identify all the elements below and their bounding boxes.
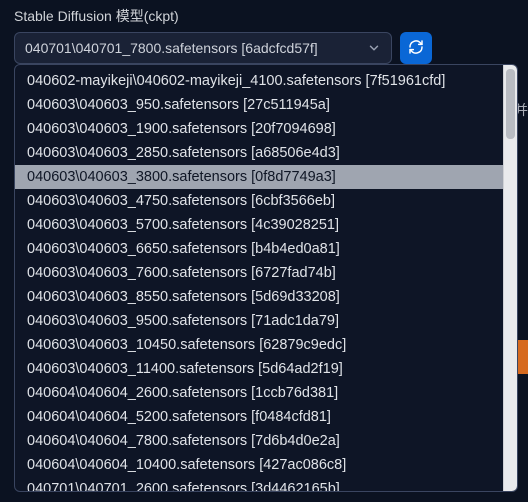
refresh-icon	[408, 39, 424, 58]
background-orange-bar	[518, 340, 528, 374]
chevron-down-icon	[367, 41, 381, 55]
model-select[interactable]: 040701\040701_7800.safetensors [6adcfcd5…	[14, 32, 392, 64]
model-option[interactable]: 040604\040604_7800.safetensors [7d6b4d0e…	[15, 429, 503, 453]
scrollbar-thumb[interactable]	[506, 69, 515, 139]
model-option[interactable]: 040603\040603_1900.safetensors [20f70946…	[15, 117, 503, 141]
model-option[interactable]: 040603\040603_11400.safetensors [5d64ad2…	[15, 357, 503, 381]
model-option[interactable]: 040603\040603_7600.safetensors [6727fad7…	[15, 261, 503, 285]
model-option[interactable]: 040603\040603_6650.safetensors [b4b4ed0a…	[15, 237, 503, 261]
model-option[interactable]: 040603\040603_3800.safetensors [0f8d7749…	[15, 165, 503, 189]
model-option[interactable]: 040603\040603_10450.safetensors [62879c9…	[15, 333, 503, 357]
model-select-value: 040701\040701_7800.safetensors [6adcfcd5…	[25, 40, 318, 56]
scrollbar[interactable]	[503, 65, 517, 491]
model-option[interactable]: 040603\040603_5700.safetensors [4c390282…	[15, 213, 503, 237]
model-select-row: 040701\040701_7800.safetensors [6adcfcd5…	[14, 32, 516, 64]
model-option[interactable]: 040604\040604_5200.safetensors [f0484cfd…	[15, 405, 503, 429]
model-option[interactable]: 040604\040604_2600.safetensors [1ccb76d3…	[15, 381, 503, 405]
model-select-label: Stable Diffusion 模型(ckpt)	[14, 6, 516, 26]
model-option[interactable]: 040701\040701_2600.safetensors [3d446216…	[15, 477, 503, 491]
model-option[interactable]: 040603\040603_9500.safetensors [71adc1da…	[15, 309, 503, 333]
model-select-header: Stable Diffusion 模型(ckpt) 040701\040701_…	[0, 0, 528, 74]
model-option[interactable]: 040602-mayikeji\040602-mayikeji_4100.saf…	[15, 69, 503, 93]
model-option[interactable]: 040603\040603_8550.safetensors [5d69d332…	[15, 285, 503, 309]
model-option[interactable]: 040603\040603_4750.safetensors [6cbf3566…	[15, 189, 503, 213]
model-option[interactable]: 040603\040603_950.safetensors [27c511945…	[15, 93, 503, 117]
model-dropdown: 040602-mayikeji\040602-mayikeji_4100.saf…	[14, 64, 518, 492]
model-option[interactable]: 040604\040604_10400.safetensors [427ac08…	[15, 453, 503, 477]
refresh-button[interactable]	[400, 32, 432, 64]
model-dropdown-list[interactable]: 040602-mayikeji\040602-mayikeji_4100.saf…	[15, 65, 503, 491]
model-option[interactable]: 040603\040603_2850.safetensors [a68506e4…	[15, 141, 503, 165]
